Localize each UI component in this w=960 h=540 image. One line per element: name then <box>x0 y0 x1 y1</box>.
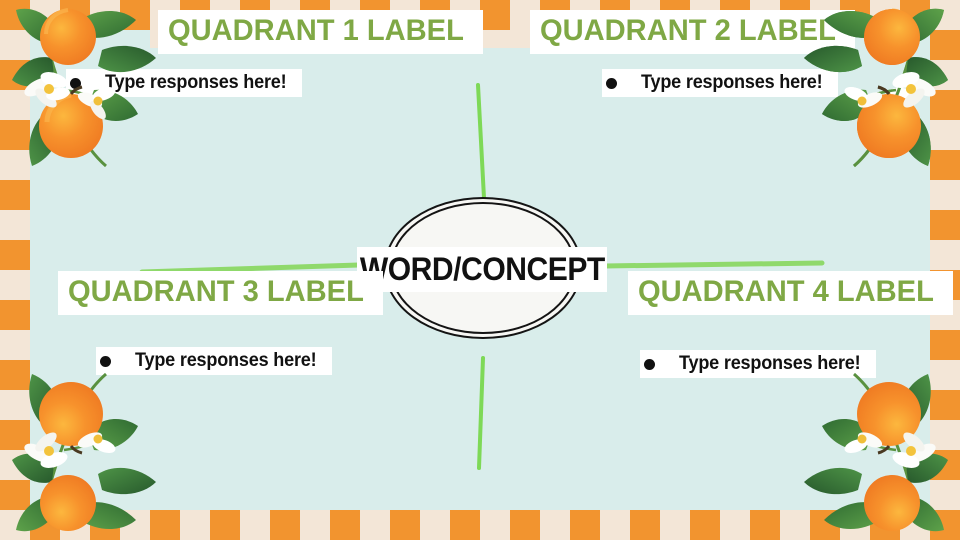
quadrant-1-label: QUADRANT 1 LABEL <box>168 14 464 47</box>
quadrant-2-label-box[interactable]: QUADRANT 2 LABEL <box>530 10 855 54</box>
quadrant-3-response-text: Type responses here! <box>135 350 317 371</box>
bullet-dot-icon <box>644 358 655 370</box>
frame-bottom-checkers <box>0 510 960 540</box>
frame-bottom-inner-fill <box>150 480 810 510</box>
quadrant-4-response-item[interactable]: Type responses here! <box>640 350 877 378</box>
quadrant-4-label-box[interactable]: QUADRANT 4 LABEL <box>628 271 953 315</box>
center-concept-banner[interactable]: WORD/CONCEPT <box>357 247 607 292</box>
center-concept-label: WORD/CONCEPT <box>359 251 605 287</box>
quadrant-3-label-box[interactable]: QUADRANT 3 LABEL <box>58 271 383 315</box>
quadrant-1-label-box[interactable]: QUADRANT 1 LABEL <box>158 10 483 54</box>
quadrant-4-label: QUADRANT 4 LABEL <box>638 275 934 308</box>
quadrant-3-response-item[interactable]: Type responses here! <box>96 347 333 375</box>
quadrant-1-response-item[interactable]: Type responses here! <box>66 69 303 97</box>
frame-left-checkers <box>0 0 30 540</box>
quadrant-2-response-text: Type responses here! <box>641 72 823 93</box>
quadrant-2-label: QUADRANT 2 LABEL <box>540 14 836 47</box>
quadrant-3-label: QUADRANT 3 LABEL <box>68 275 364 308</box>
frame-right-checkers <box>930 0 960 540</box>
slide-canvas: WORD/CONCEPT QUADRANT 1 LABEL QUADRANT 2… <box>0 0 960 540</box>
quadrant-4-response-text: Type responses here! <box>679 353 861 374</box>
quadrant-2-response-item[interactable]: Type responses here! <box>602 69 839 97</box>
bullet-dot-icon <box>70 77 81 89</box>
bullet-dot-icon <box>606 77 617 89</box>
bullet-dot-icon <box>100 355 111 367</box>
quadrant-1-response-text: Type responses here! <box>105 72 287 93</box>
